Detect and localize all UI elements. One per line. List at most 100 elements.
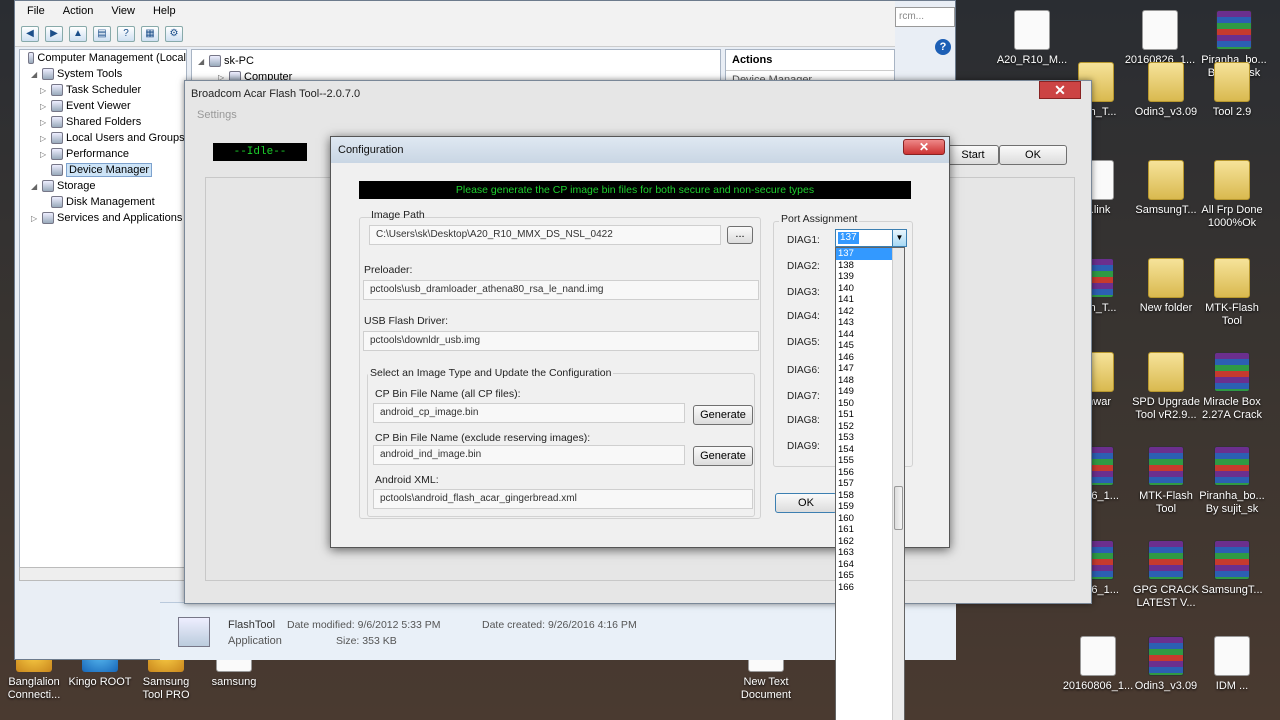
android-xml-field[interactable]: pctools\android_flash_acar_gingerbread.x… [373,489,753,509]
image-type-group-label: Select an Image Type and Update the Conf… [368,367,614,379]
desktop-icon[interactable]: 20160826_1... [1120,10,1200,67]
tree-item[interactable]: Computer Management (Local [20,50,186,66]
rar-icon [1216,10,1252,50]
expand-icon[interactable]: ▷ [40,102,48,111]
preloader-field[interactable]: pctools\usb_dramloader_athena80_rsa_le_n… [363,280,759,300]
ok-button[interactable]: OK [999,145,1067,165]
desktop-icon-label: SamsungT... [1201,584,1263,596]
tree-node-icon [28,52,35,64]
generate-all-button[interactable]: Generate [693,405,753,425]
menu-file[interactable]: File [27,5,45,17]
scan-hardware-icon[interactable]: ⚙ [165,25,183,42]
file-icon [1214,636,1250,676]
tree-item[interactable]: ▷ Local Users and Groups [20,130,186,146]
desktop-icon[interactable]: MTK-Flash Tool [1192,258,1272,328]
tree-node-label: sk-PC [224,55,254,67]
file-size: Size: 353 KB [336,635,397,647]
tree-node-icon [51,116,63,128]
window-title: Broadcom Acar Flash Tool--2.0.7.0 [191,88,361,100]
desktop-icon[interactable]: Miracle Box 2.27A Crack [1192,352,1272,422]
tree-item[interactable]: Disk Management [20,194,186,210]
image-path-label: Image Path [371,209,425,221]
cp-all-field[interactable]: android_cp_image.bin [373,403,685,423]
diag-label: DIAG8: [787,415,820,426]
tree-item[interactable]: ▷ Services and Applications [20,210,186,226]
dropdown-scrollbar[interactable] [892,248,904,720]
menu-view[interactable]: View [111,5,135,17]
properties-icon[interactable]: ▦ [141,25,159,42]
desktop-icon[interactable]: All Frp Done 1000%Ok [1192,160,1272,230]
search-input[interactable]: rcm... [895,7,955,27]
tree-item-label: Task Scheduler [66,84,142,96]
tree-item-label: Computer Management (Local [37,52,186,64]
port-assignment-label: Port Assignment [779,213,860,225]
expand-icon[interactable]: ◢ [31,70,39,79]
rar-icon [1214,446,1250,486]
tree-node-icon [42,180,54,192]
rar-icon [1148,446,1184,486]
generate-excl-button[interactable]: Generate [693,446,753,466]
help-icon[interactable]: ? [117,25,135,42]
configuration-dialog: Configuration ✕ Please generate the CP i… [330,136,950,720]
tree-node-icon [42,68,54,80]
cp-excl-field[interactable]: android_ind_image.bin [373,445,685,465]
close-icon[interactable]: ✕ [1039,81,1081,99]
forward-icon[interactable]: ▶ [45,25,63,42]
menu-bar: File Action View Help [15,1,895,21]
desktop-icon[interactable]: IDM ... [1192,636,1272,693]
tree-item[interactable]: ▷ Performance [20,146,186,162]
diag1-combo[interactable]: 137 ▼ [835,229,907,247]
scrollbar-thumb[interactable] [894,486,903,530]
tree-item[interactable]: ▷ Task Scheduler [20,82,186,98]
desktop-icon[interactable]: SamsungT... [1192,540,1272,597]
tree-node-icon [51,148,63,160]
up-folder-icon[interactable]: ▲ [69,25,87,42]
expand-icon[interactable]: ▷ [31,214,39,223]
desktop-icon[interactable]: A20_R10_M... [992,10,1072,67]
close-icon[interactable]: ✕ [903,139,945,155]
back-icon[interactable]: ◀ [21,25,39,42]
tree-item[interactable]: ▷ Shared Folders [20,114,186,130]
expand-icon[interactable]: ◢ [31,182,39,191]
start-button[interactable]: Start [947,145,999,165]
status-indicator: --Idle-- [213,143,307,161]
image-path-field[interactable]: C:\Users\sk\Desktop\A20_R10_MMX_DS_NSL_0… [369,225,721,245]
tree-item[interactable]: Device Manager [20,162,186,178]
rar-icon [1148,540,1184,580]
desktop-icon[interactable]: Tool 2.9 [1192,62,1272,119]
desktop-icon[interactable]: Piranha_bo... By sujit_sk [1192,446,1272,516]
expand-icon[interactable]: ▷ [40,134,48,143]
tree-item[interactable]: ▷ Event Viewer [20,98,186,114]
chevron-down-icon[interactable]: ▼ [892,230,906,246]
menu-action[interactable]: Action [63,5,94,17]
expand-icon[interactable]: ▷ [40,118,48,127]
cp-all-label: CP Bin File Name (all CP files): [375,388,521,400]
tree-item-label: Local Users and Groups [66,132,185,144]
expand-icon[interactable]: ▷ [40,150,48,159]
tree-node-icon [51,196,63,208]
folder-icon [1148,352,1184,392]
browse-button[interactable]: ... [727,226,753,244]
diag-label: DIAG5: [787,337,820,348]
desktop-icon-label: Piranha_bo... By sujit_sk [1199,490,1265,515]
tree-node-icon [51,100,63,112]
help-circle-icon[interactable]: ? [935,39,951,55]
info-banner: Please generate the CP image bin files f… [359,181,911,199]
settings-menu[interactable]: Settings [197,109,237,121]
menu-help[interactable]: Help [153,5,176,17]
date-created: Date created: 9/26/2016 4:16 PM [482,619,637,631]
toolbar: ◀ ▶ ▲ ▤ ? ▦ ⚙ [15,21,895,47]
collapse-icon[interactable]: ◢ [198,57,206,66]
tree-item[interactable]: ◢ System Tools [20,66,186,82]
desktop-icon-label: MTK-Flash Tool [1205,302,1259,327]
tree-node-pc[interactable]: ◢ sk-PC [192,53,720,69]
expand-icon[interactable]: ▷ [40,86,48,95]
dialog-ok-button[interactable]: OK [775,493,837,513]
tree-horizontal-scrollbar[interactable] [19,567,187,581]
folder-icon [1148,62,1184,102]
tree-item-label: Event Viewer [66,100,131,112]
tree-item[interactable]: ◢ Storage [20,178,186,194]
show-hide-tree-icon[interactable]: ▤ [93,25,111,42]
usb-driver-field[interactable]: pctools\downldr_usb.img [363,331,759,351]
diag-label: DIAG9: [787,441,820,452]
